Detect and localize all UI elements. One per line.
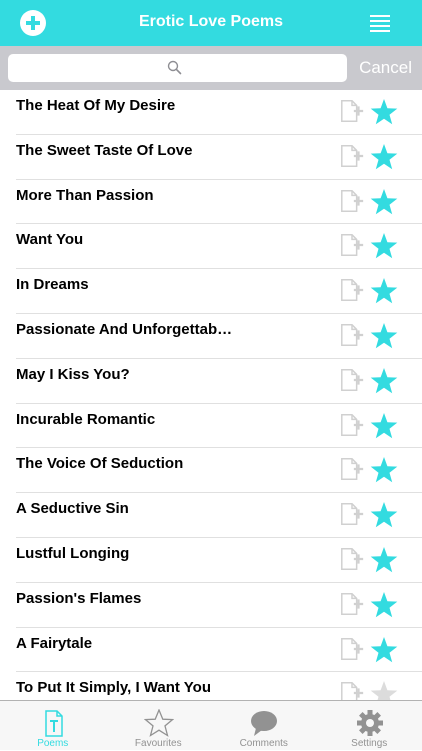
poem-title: The Sweet Taste Of Love	[16, 142, 192, 159]
search-icon	[167, 60, 182, 75]
add-note-icon[interactable]	[339, 367, 365, 393]
list-item[interactable]: Passion's Flames	[16, 583, 422, 628]
favourite-star-icon[interactable]	[370, 456, 398, 484]
page-title: Erotic Love Poems	[80, 13, 342, 31]
favourite-star-icon[interactable]	[370, 322, 398, 350]
add-note-icon[interactable]	[339, 591, 365, 617]
list-item[interactable]: Incurable Romantic	[16, 404, 422, 449]
poem-title: May I Kiss You?	[16, 366, 130, 383]
search-bar: Cancel	[0, 46, 422, 90]
list-item[interactable]: Passionate And Unforgettab…	[16, 314, 422, 359]
list-item[interactable]: Lustful Longing	[16, 538, 422, 583]
poem-title: The Voice Of Seduction	[16, 455, 183, 472]
list-item[interactable]: The Heat Of My Desire	[16, 90, 422, 135]
add-note-icon[interactable]	[339, 412, 365, 438]
add-note-icon[interactable]	[339, 456, 365, 482]
poem-title: More Than Passion	[16, 187, 154, 204]
tab-favourites[interactable]: Favourites	[106, 701, 212, 751]
add-note-icon[interactable]	[339, 636, 365, 662]
favourite-star-icon[interactable]	[370, 188, 398, 216]
tab-bar: Poems Favourites Comments Settings	[0, 700, 422, 750]
list-item[interactable]: The Sweet Taste Of Love	[16, 135, 422, 180]
tab-poems[interactable]: Poems	[0, 701, 106, 751]
tab-label: Comments	[211, 738, 317, 749]
favourite-star-icon[interactable]	[370, 412, 398, 440]
favourite-star-icon[interactable]	[370, 143, 398, 171]
list-item[interactable]: In Dreams	[16, 269, 422, 314]
favourite-star-icon[interactable]	[370, 367, 398, 395]
list-item[interactable]: More Than Passion	[16, 180, 422, 225]
favourite-star-icon[interactable]	[370, 232, 398, 260]
poem-title: The Heat Of My Desire	[16, 97, 175, 114]
star-outline-icon	[144, 709, 174, 737]
favourite-star-icon[interactable]	[370, 501, 398, 529]
poem-title: Incurable Romantic	[16, 411, 155, 428]
menu-button[interactable]	[370, 15, 390, 31]
list-item[interactable]: May I Kiss You?	[16, 359, 422, 404]
add-note-icon[interactable]	[339, 98, 365, 124]
poem-title: Passionate And Unforgettab…	[16, 321, 232, 338]
search-field[interactable]	[8, 54, 347, 82]
speech-bubble-icon	[249, 709, 279, 737]
poem-list: The Heat Of My Desire The Sweet Taste Of …	[0, 90, 422, 717]
gear-icon	[355, 709, 385, 737]
tab-label: Favourites	[106, 738, 212, 749]
favourite-star-icon[interactable]	[370, 98, 398, 126]
poem-title: A Seductive Sin	[16, 500, 129, 517]
list-item[interactable]: Want You	[16, 224, 422, 269]
list-item[interactable]: The Voice Of Seduction	[16, 448, 422, 493]
add-note-icon[interactable]	[339, 188, 365, 214]
poem-title: In Dreams	[16, 276, 89, 293]
add-note-icon[interactable]	[339, 277, 365, 303]
list-item[interactable]: A Seductive Sin	[16, 493, 422, 538]
nav-bar: Erotic Love Poems	[0, 0, 422, 46]
poem-title: Passion's Flames	[16, 590, 141, 607]
poem-title: A Fairytale	[16, 635, 92, 652]
poem-title: Lustful Longing	[16, 545, 129, 562]
add-note-icon[interactable]	[339, 546, 365, 572]
add-note-icon[interactable]	[339, 143, 365, 169]
hamburger-menu-icon	[370, 15, 390, 32]
cancel-button[interactable]: Cancel	[359, 58, 412, 78]
add-button[interactable]	[20, 10, 46, 36]
favourite-star-icon[interactable]	[370, 636, 398, 664]
tab-label: Poems	[0, 738, 106, 749]
add-note-icon[interactable]	[339, 501, 365, 527]
poem-title: Want You	[16, 231, 83, 248]
tab-comments[interactable]: Comments	[211, 701, 317, 751]
add-note-icon[interactable]	[339, 322, 365, 348]
favourite-star-icon[interactable]	[370, 546, 398, 574]
tab-label: Settings	[317, 738, 422, 749]
add-note-icon[interactable]	[339, 232, 365, 258]
favourite-star-icon[interactable]	[370, 591, 398, 619]
poem-title: To Put It Simply, I Want You	[16, 679, 211, 696]
list-item[interactable]: A Fairytale	[16, 628, 422, 673]
poems-document-icon	[38, 709, 68, 737]
favourite-star-icon[interactable]	[370, 277, 398, 305]
tab-settings[interactable]: Settings	[317, 701, 422, 751]
